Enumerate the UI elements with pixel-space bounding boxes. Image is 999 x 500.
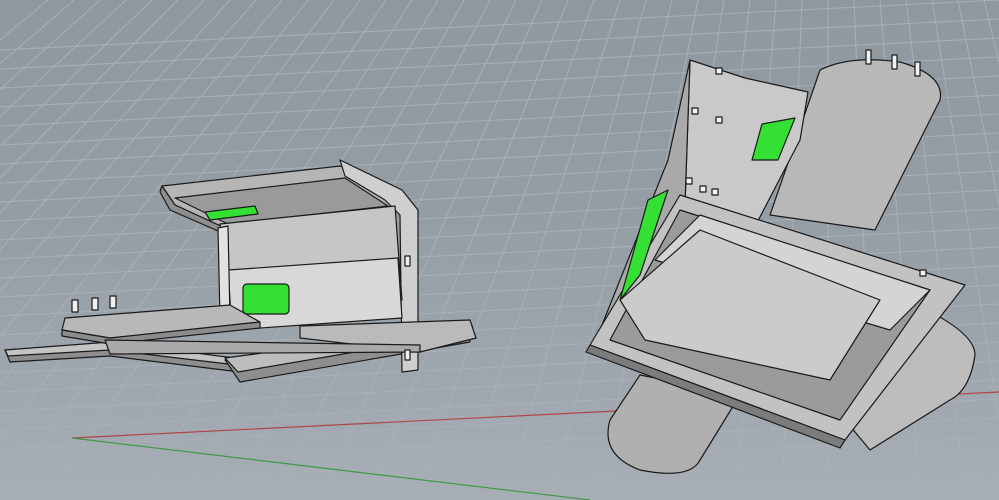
grid-line — [0, 0, 179, 179]
grid-line — [0, 0, 257, 292]
grid-line — [0, 0, 49, 41]
grid-line — [0, 0, 153, 147]
grid-line — [0, 0, 999, 51]
grid-line — [0, 0, 231, 251]
grid-line — [983, 0, 999, 65]
grid-line — [0, 0, 101, 90]
y-axis-line — [71, 437, 591, 500]
grid-line — [489, 474, 999, 500]
grid-line — [459, 0, 621, 500]
grid-line — [957, 0, 999, 208]
perspective-viewport[interactable] — [0, 0, 999, 500]
assembly-left[interactable] — [4, 159, 477, 383]
left-green-face-large[interactable] — [242, 283, 290, 315]
viewport-canvas[interactable] — [0, 0, 999, 500]
grid-line — [109, 455, 999, 500]
